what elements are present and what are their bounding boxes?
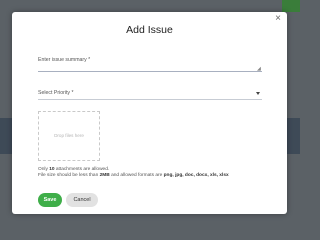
file-dropzone[interactable]: Drop files here: [38, 111, 100, 161]
add-issue-modal: × Add Issue Enter issue summary * ◢ Sele…: [12, 12, 287, 214]
summary-input[interactable]: [38, 63, 262, 72]
dropzone-text: Drop files here: [54, 133, 84, 138]
save-button[interactable]: Save: [38, 193, 62, 207]
chevron-down-icon: [256, 92, 260, 95]
file-size-note: File size should be less than 2MB and al…: [38, 173, 229, 178]
resize-handle-icon[interactable]: ◢: [257, 67, 262, 72]
attachments-note: Only 10 attachments are allowed.: [38, 167, 110, 172]
modal-title: Add Issue: [126, 24, 173, 36]
priority-select[interactable]: Select Priority *: [38, 86, 262, 100]
priority-label: Select Priority *: [38, 90, 74, 96]
background-accent: [282, 0, 300, 12]
cancel-button[interactable]: Cancel: [66, 193, 98, 207]
close-icon[interactable]: ×: [273, 14, 283, 24]
